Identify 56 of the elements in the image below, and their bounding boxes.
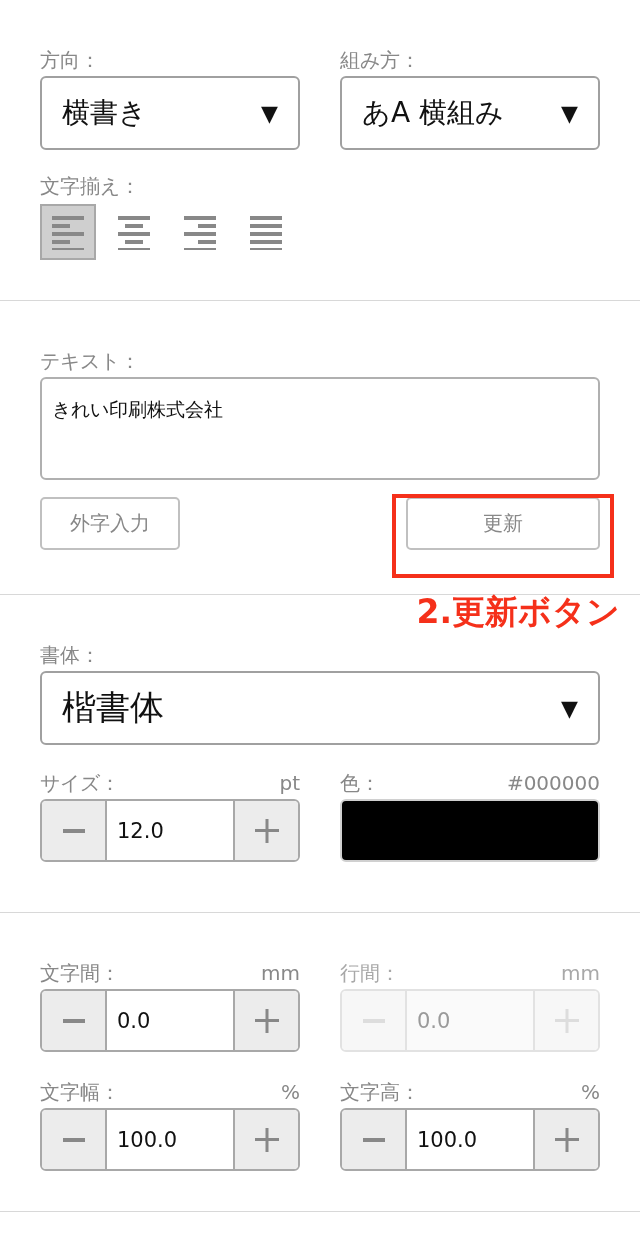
- color-code: #000000: [506, 770, 600, 797]
- plus-icon: [254, 1008, 279, 1033]
- plus-icon: [554, 1008, 579, 1033]
- direction-select[interactable]: 横書き ▼: [40, 76, 300, 150]
- unit-label: %: [281, 1079, 300, 1106]
- minus-icon: [362, 1018, 385, 1023]
- font-select[interactable]: 楷書体 ▼: [40, 671, 600, 745]
- align-justify-icon: [248, 214, 284, 250]
- number-field[interactable]: 0.0: [105, 991, 235, 1050]
- minus-icon: [62, 828, 85, 833]
- increment-button[interactable]: [535, 1110, 598, 1169]
- align-center-icon: [116, 214, 152, 250]
- number-field[interactable]: 12.0: [105, 801, 235, 860]
- field-label: 文字高：: [340, 1079, 420, 1106]
- decrement-button[interactable]: [42, 991, 105, 1050]
- field-label: テキスト：: [40, 348, 140, 375]
- field-label: 文字間：: [40, 960, 120, 987]
- field-label: 行間：: [340, 960, 400, 987]
- field-label: 文字幅：: [40, 1079, 120, 1106]
- color-swatch[interactable]: [340, 799, 600, 862]
- minus-icon: [62, 1018, 85, 1023]
- alignment-button[interactable]: [40, 204, 96, 260]
- number-stepper[interactable]: 12.0: [40, 799, 300, 862]
- increment-button[interactable]: [235, 991, 298, 1050]
- plus-icon: [554, 1127, 579, 1152]
- field-label: サイズ：: [40, 770, 120, 797]
- plus-icon: [254, 1127, 279, 1152]
- unit-label: mm: [561, 960, 600, 987]
- annotation-label: 2.更新ボタン: [416, 591, 620, 633]
- number-field[interactable]: 100.0: [105, 1110, 235, 1169]
- minus-icon: [62, 1137, 85, 1142]
- field-label: 方向：: [40, 47, 100, 74]
- field-label: 組み方：: [340, 47, 420, 74]
- number-stepper[interactable]: 100.0: [40, 1108, 300, 1171]
- gaiji-input-button[interactable]: 外字入力: [40, 497, 180, 550]
- increment-button[interactable]: [235, 801, 298, 860]
- number-stepper[interactable]: 100.0: [340, 1108, 600, 1171]
- unit-label: pt: [279, 770, 300, 797]
- align-right-icon: [182, 214, 218, 250]
- field-label: 文字揃え：: [40, 173, 140, 200]
- number-stepper[interactable]: 0.0: [40, 989, 300, 1052]
- align-left-icon: [50, 214, 86, 250]
- field-label: 色：: [340, 770, 380, 797]
- minus-icon: [362, 1137, 385, 1142]
- increment-button[interactable]: [235, 1110, 298, 1169]
- unit-label: %: [581, 1079, 600, 1106]
- unit-label: mm: [261, 960, 300, 987]
- text-input-field[interactable]: きれい印刷株式会社: [40, 377, 600, 480]
- number-field[interactable]: 100.0: [405, 1110, 535, 1169]
- decrement-button[interactable]: [42, 801, 105, 860]
- field-label: 書体：: [40, 642, 100, 669]
- plus-icon: [254, 818, 279, 843]
- update-button[interactable]: 更新: [406, 497, 600, 550]
- decrement-button[interactable]: [342, 1110, 405, 1169]
- composition-select[interactable]: あA 横組み ▼: [340, 76, 600, 150]
- decrement-button[interactable]: [42, 1110, 105, 1169]
